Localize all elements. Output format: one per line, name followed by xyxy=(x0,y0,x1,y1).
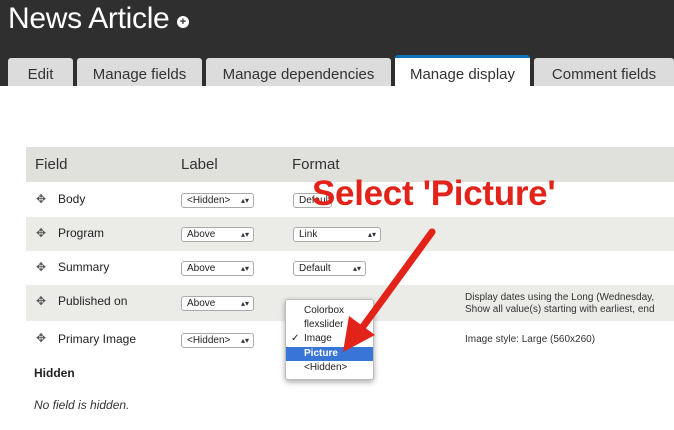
tab-edit[interactable]: Edit xyxy=(8,58,73,86)
option-label: Picture xyxy=(304,348,338,359)
label-select-value: <Hidden> xyxy=(187,195,231,206)
format-select-value: Link xyxy=(299,229,318,240)
select-arrows-icon: ▴▾ xyxy=(240,230,249,239)
column-header-label: Label xyxy=(181,156,218,173)
option-label: flexslider xyxy=(304,319,344,330)
select-arrows-icon: ▴▾ xyxy=(240,299,249,308)
label-select[interactable]: <Hidden> ▴▾ xyxy=(181,333,254,348)
field-name: Program xyxy=(58,226,105,240)
select-arrows-icon: ▴▾ xyxy=(240,196,249,205)
tab-manage-fields[interactable]: Manage fields xyxy=(77,58,202,86)
option-label: Image xyxy=(304,333,332,344)
label-select[interactable]: Above ▴▾ xyxy=(181,227,254,242)
drag-handle-icon[interactable]: ✥ xyxy=(36,226,46,240)
annotation-text: Select 'Picture' xyxy=(312,174,556,213)
table-row: ✥ Summary Above ▴▾ Default ▴▾ xyxy=(26,251,674,285)
format-select-value: Default xyxy=(299,263,331,274)
label-select-value: Above xyxy=(187,263,216,274)
page-header: News Article + Edit Manage fields Manage… xyxy=(0,0,674,89)
drag-handle-icon[interactable]: ✥ xyxy=(36,260,46,274)
tab-manage-display[interactable]: Manage display xyxy=(395,55,530,89)
format-select[interactable]: Default ▴▾ xyxy=(293,261,366,276)
option-label: <Hidden> xyxy=(304,362,348,373)
select-arrows-icon: ▴▾ xyxy=(240,336,249,345)
drag-handle-icon[interactable]: ✥ xyxy=(36,331,46,345)
checkmark-icon: ✓ xyxy=(291,333,300,344)
label-select-value: Above xyxy=(187,298,216,309)
dropdown-option-picture[interactable]: Picture xyxy=(286,347,373,361)
dropdown-option-colorbox[interactable]: Colorbox xyxy=(286,304,373,318)
drag-handle-icon[interactable]: ✥ xyxy=(36,192,46,206)
add-shortcut-icon[interactable]: + xyxy=(177,16,189,28)
label-select[interactable]: Above ▴▾ xyxy=(181,296,254,311)
table-row: ✥ Program Above ▴▾ Link ▴▾ xyxy=(26,217,674,251)
option-label: Colorbox xyxy=(304,305,345,316)
dropdown-option-image[interactable]: ✓ Image xyxy=(286,332,373,346)
format-summary: Image style: Large (560x260) xyxy=(465,334,596,345)
select-arrows-icon: ▴▾ xyxy=(352,264,361,273)
field-name: Body xyxy=(58,192,86,206)
column-header-format: Format xyxy=(292,156,340,173)
tab-manage-dependencies[interactable]: Manage dependencies xyxy=(206,58,391,86)
field-name: Summary xyxy=(58,260,110,274)
format-select[interactable]: Link ▴▾ xyxy=(293,227,381,242)
tab-comment-fields[interactable]: Comment fields xyxy=(534,58,674,86)
format-summary: Show all value(s) starting with earliest… xyxy=(465,304,655,315)
column-header-field: Field xyxy=(35,156,68,173)
drag-handle-icon[interactable]: ✥ xyxy=(36,294,46,308)
dropdown-option-flexslider[interactable]: flexslider xyxy=(286,318,373,332)
select-arrows-icon: ▴▾ xyxy=(367,230,376,239)
dropdown-option-hidden[interactable]: <Hidden> xyxy=(286,361,373,375)
label-select[interactable]: Above ▴▾ xyxy=(181,261,254,276)
hidden-section-heading: Hidden xyxy=(34,366,75,380)
field-name: Published on xyxy=(58,294,128,308)
hidden-section-empty-text: No field is hidden. xyxy=(34,398,130,412)
format-summary: Display dates using the Long (Wednesday, xyxy=(465,292,655,303)
select-arrows-icon: ▴▾ xyxy=(240,264,249,273)
page-title: News Article xyxy=(8,2,170,35)
label-select-value: <Hidden> xyxy=(187,335,231,346)
label-select-value: Above xyxy=(187,229,216,240)
field-name: Primary Image xyxy=(58,332,137,346)
format-dropdown-menu[interactable]: Colorbox flexslider ✓ Image Picture <Hidd… xyxy=(285,299,374,380)
label-select[interactable]: <Hidden> ▴▾ xyxy=(181,193,254,208)
